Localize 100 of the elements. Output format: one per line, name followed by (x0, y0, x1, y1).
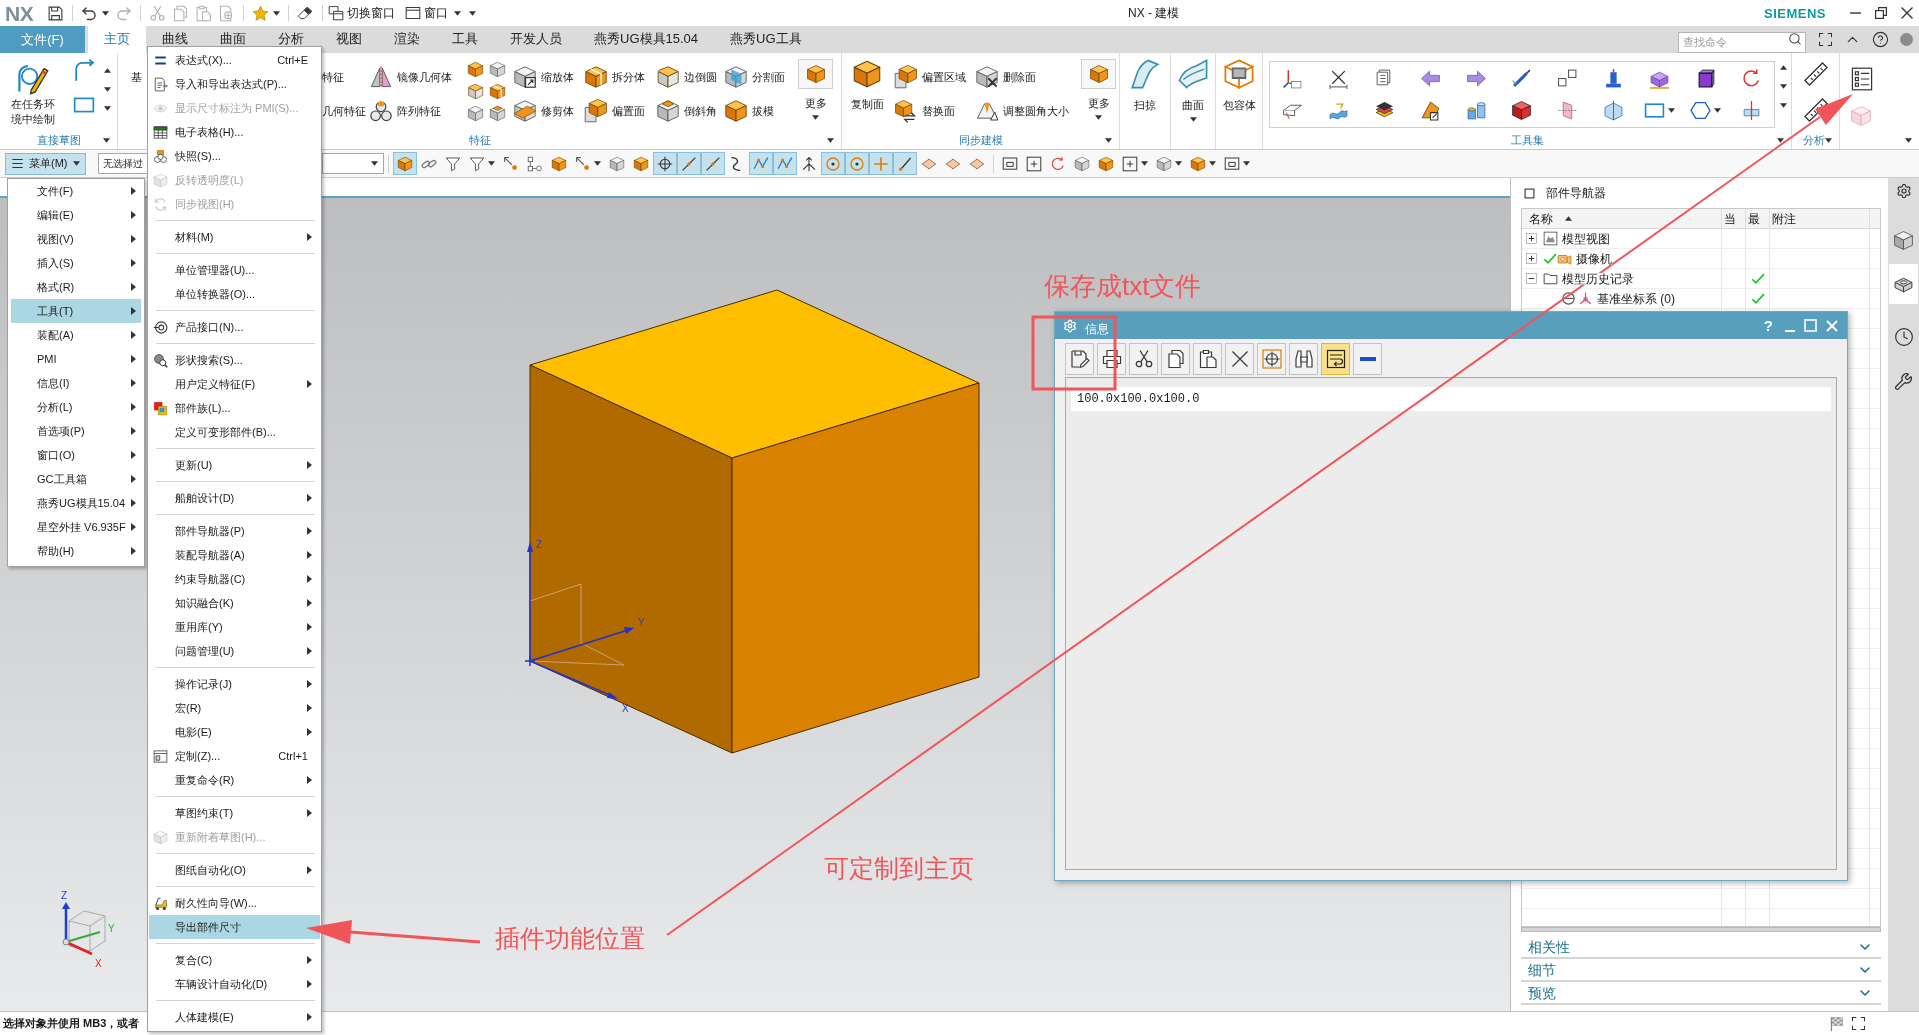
dropdown-field[interactable] (322, 153, 384, 174)
menu-item[interactable]: 首选项(P) (11, 419, 141, 443)
blend-icon[interactable] (466, 83, 484, 101)
menu-item[interactable]: 船舶设计(D) (149, 486, 320, 510)
toolbar-button[interactable] (1321, 342, 1350, 375)
menu-item[interactable]: 信息(I) (11, 371, 141, 395)
menu-item[interactable]: GC工具箱 (11, 467, 141, 491)
caret-down-icon[interactable] (827, 137, 834, 143)
checklist-icon[interactable] (1850, 67, 1874, 91)
ribbon-tab[interactable]: 曲线 (146, 26, 204, 46)
wedge-icon[interactable] (1419, 100, 1441, 122)
quick-access-button[interactable] (252, 3, 281, 23)
filter-dropdown[interactable]: 无选择过 (98, 153, 150, 174)
menu-item[interactable]: 装配导航器(A) (149, 543, 320, 567)
menu-item[interactable]: 操作记录(J) (149, 672, 320, 696)
split-icon[interactable] (488, 83, 506, 101)
caret-down-icon[interactable] (1667, 108, 1675, 114)
ribbon-button[interactable]: 偏置面 (584, 98, 652, 124)
window-switch-button[interactable]: 切换窗口 (328, 5, 396, 21)
menu-item[interactable]: 更新(U) (149, 453, 320, 477)
curve-icon[interactable] (72, 58, 96, 82)
menu-item[interactable]: 单位管理器(U)... (149, 258, 320, 282)
caret-down-icon[interactable] (103, 137, 110, 143)
caret-down-icon[interactable] (104, 106, 111, 111)
caret-up-icon[interactable] (104, 68, 111, 73)
menu-item[interactable]: 形状搜索(S)... (149, 348, 320, 372)
menu-item[interactable]: 材料(M) (149, 225, 320, 249)
search-icon[interactable] (1788, 32, 1802, 46)
menu-item[interactable]: 重用库(Y) (149, 615, 320, 639)
caret-down-icon[interactable] (1780, 103, 1787, 108)
ribbon-tab[interactable]: 燕秀UG模具15.04 (578, 26, 715, 46)
ribbon-button[interactable]: 扫掠 (1120, 53, 1170, 132)
maximize-icon[interactable] (1804, 319, 1817, 332)
menu-item[interactable]: 产品接口(N)... (149, 315, 320, 339)
menu-item[interactable]: 定制(Z)... Ctrl+1 (149, 744, 320, 768)
menu-item[interactable]: 分析(L) (11, 395, 141, 419)
ribbon-label[interactable]: 特征 (322, 71, 344, 83)
hexagon-icon[interactable] (1689, 100, 1711, 122)
column-header[interactable]: 最 (1746, 209, 1770, 228)
menu-item[interactable]: 问题管理(U) (149, 639, 320, 663)
caret-down-icon[interactable] (1825, 137, 1832, 143)
menu-item[interactable]: 导出部件尺寸 (149, 915, 320, 939)
ribbon-button[interactable]: 复制面 (847, 53, 887, 132)
ribbon-button[interactable]: 替换面 (894, 98, 968, 124)
window-menu-button[interactable]: 窗口 (405, 5, 462, 21)
tree-item[interactable]: 模型视图 (1562, 232, 1610, 245)
arrow-left-icon[interactable] (1419, 67, 1441, 89)
toolbar-button[interactable] (1161, 342, 1190, 375)
menu-item[interactable]: 插入(S) (11, 251, 141, 275)
menu-item[interactable]: 电影(E) (149, 720, 320, 744)
rotate-icon[interactable] (1740, 67, 1762, 89)
toolbar-button[interactable] (1097, 342, 1126, 375)
menu-item[interactable]: 重复命令(R) (149, 768, 320, 792)
menu-item[interactable]: 文件(F) (11, 179, 141, 203)
ribbon-button[interactable]: 倒斜角 (656, 98, 720, 124)
ribbon-button[interactable]: 边倒圆 (656, 64, 720, 90)
collapse-icon[interactable] (1526, 273, 1537, 284)
menu-item[interactable]: 部件导航器(P) (149, 519, 320, 543)
menu-item[interactable]: 装配(A) (11, 323, 141, 347)
tree-item[interactable]: 基准坐标系 (0) (1597, 292, 1675, 305)
menu-item[interactable]: 草图约束(T) (149, 801, 320, 825)
menu-item[interactable]: 快照(S)... (149, 144, 320, 168)
caret-down-icon[interactable] (1105, 137, 1112, 143)
check-icon[interactable] (1543, 251, 1557, 266)
menu-item[interactable]: 帮助(H) (11, 539, 141, 563)
menu-item[interactable]: 图纸自动化(O) (149, 858, 320, 882)
tree-item[interactable]: 模型历史记录 (1562, 272, 1634, 285)
toolbar-button[interactable] (1353, 342, 1382, 375)
ribbon-label[interactable]: 基 (131, 71, 142, 83)
menu-item[interactable]: 编辑(E) (11, 203, 141, 227)
ribbon-button[interactable]: 修剪体 (513, 98, 581, 124)
ribbon-button[interactable]: 调整圆角大小 (975, 98, 1071, 124)
ribbon-button[interactable]: 阵列特征 (369, 98, 459, 124)
pen-icon[interactable] (1511, 67, 1533, 89)
tree-item[interactable]: 摄像机 (1576, 252, 1612, 265)
fullscreen-icon[interactable] (1818, 32, 1833, 47)
column-header[interactable]: 名称 (1522, 209, 1722, 228)
menu-item[interactable]: 车辆设计自动化(D) (149, 972, 320, 996)
ribbon-tab[interactable]: 分析 (262, 26, 320, 46)
close-icon[interactable] (1901, 7, 1913, 19)
squares-icon[interactable] (1557, 67, 1579, 89)
ribbon-label[interactable]: 几何特征 (322, 105, 366, 117)
caret-down-icon[interactable] (1780, 84, 1787, 89)
caret-down-icon[interactable] (104, 87, 111, 92)
tool-button[interactable] (893, 152, 917, 175)
menu-item[interactable]: 星空外挂 V6.935F (11, 515, 141, 539)
menu-item[interactable]: 耐久性向导(W)... (149, 891, 320, 915)
menu-item[interactable]: 视图(V) (11, 227, 141, 251)
expand-icon[interactable] (1526, 253, 1537, 264)
toolbar-button[interactable] (1193, 342, 1222, 375)
checkered-flag-icon[interactable] (1829, 1015, 1845, 1032)
more-button[interactable]: 更多 (797, 53, 834, 120)
ribbon-button[interactable]: 分割面 (724, 64, 788, 90)
plane-icon[interactable] (1557, 100, 1579, 122)
menu-item[interactable]: PMI (11, 347, 141, 371)
expand-icon[interactable] (1526, 233, 1537, 244)
restore-icon[interactable] (1875, 7, 1887, 19)
panel-section-header[interactable]: 细节 (1521, 959, 1881, 982)
ribbon-tab[interactable]: 工具 (436, 26, 494, 46)
axes-icon[interactable] (1282, 67, 1304, 89)
